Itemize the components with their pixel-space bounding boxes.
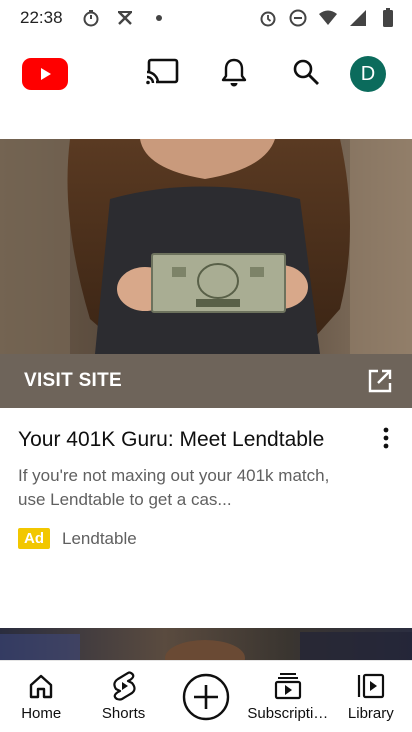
wifi-icon — [318, 8, 338, 28]
library-icon — [356, 671, 386, 701]
timer-icon — [81, 8, 101, 28]
subscriptions-icon — [273, 671, 303, 701]
notifications-button[interactable] — [198, 50, 270, 98]
signal-icon — [348, 8, 368, 28]
nav-home-label: Home — [21, 705, 62, 722]
open-external-icon — [366, 367, 394, 395]
download-x-icon — [115, 8, 135, 28]
status-bar: 22:38 — [0, 0, 412, 36]
next-video-image — [0, 632, 412, 660]
cast-icon — [145, 58, 179, 91]
visit-site-button[interactable]: VISIT SITE — [0, 354, 412, 408]
bell-icon — [220, 57, 248, 92]
nav-library[interactable]: Library — [330, 661, 412, 732]
search-icon — [292, 58, 320, 91]
shorts-icon — [109, 671, 139, 701]
dnd-icon — [288, 8, 308, 28]
nav-shorts-label: Shorts — [101, 705, 146, 722]
nav-subscriptions-label: Subscriptions — [247, 705, 330, 722]
ad-thumbnail[interactable] — [0, 139, 412, 354]
nav-shorts[interactable]: Shorts — [82, 661, 164, 732]
alarm-icon — [258, 8, 278, 28]
home-icon — [26, 671, 56, 701]
advertiser-name: Lendtable — [62, 528, 137, 548]
ad-badge: Ad — [18, 528, 50, 549]
nav-library-label: Library — [347, 705, 394, 722]
more-vert-icon — [383, 427, 389, 454]
app-header: D — [0, 36, 412, 112]
ad-title: Your 401K Guru: Meet Lendtable — [18, 428, 325, 451]
nav-create[interactable] — [165, 661, 247, 732]
bottom-nav: Home Shorts Subscriptions Library — [0, 660, 412, 732]
ad-info[interactable]: Your 401K Guru: Meet Lendtable If you're… — [0, 408, 412, 618]
search-button[interactable] — [270, 50, 342, 98]
youtube-logo-icon[interactable] — [22, 58, 68, 90]
cast-button[interactable] — [126, 50, 198, 98]
visit-site-label: VISIT SITE — [24, 370, 123, 391]
next-video-thumbnail[interactable] — [0, 628, 412, 660]
battery-icon — [378, 8, 398, 28]
nav-home[interactable]: Home — [0, 661, 82, 732]
ad-description: If you're not maxing out your 401k match… — [18, 466, 330, 509]
ad-thumbnail-image — [0, 139, 412, 354]
account-button[interactable]: D — [342, 50, 394, 98]
avatar: D — [350, 56, 386, 92]
nav-subscriptions[interactable]: Subscriptions — [247, 661, 329, 732]
status-time: 22:38 — [20, 8, 63, 27]
dot-icon — [149, 8, 169, 28]
more-options-button[interactable] — [370, 424, 402, 456]
create-icon — [182, 673, 230, 721]
ad-meta: Ad Lendtable — [18, 528, 394, 549]
